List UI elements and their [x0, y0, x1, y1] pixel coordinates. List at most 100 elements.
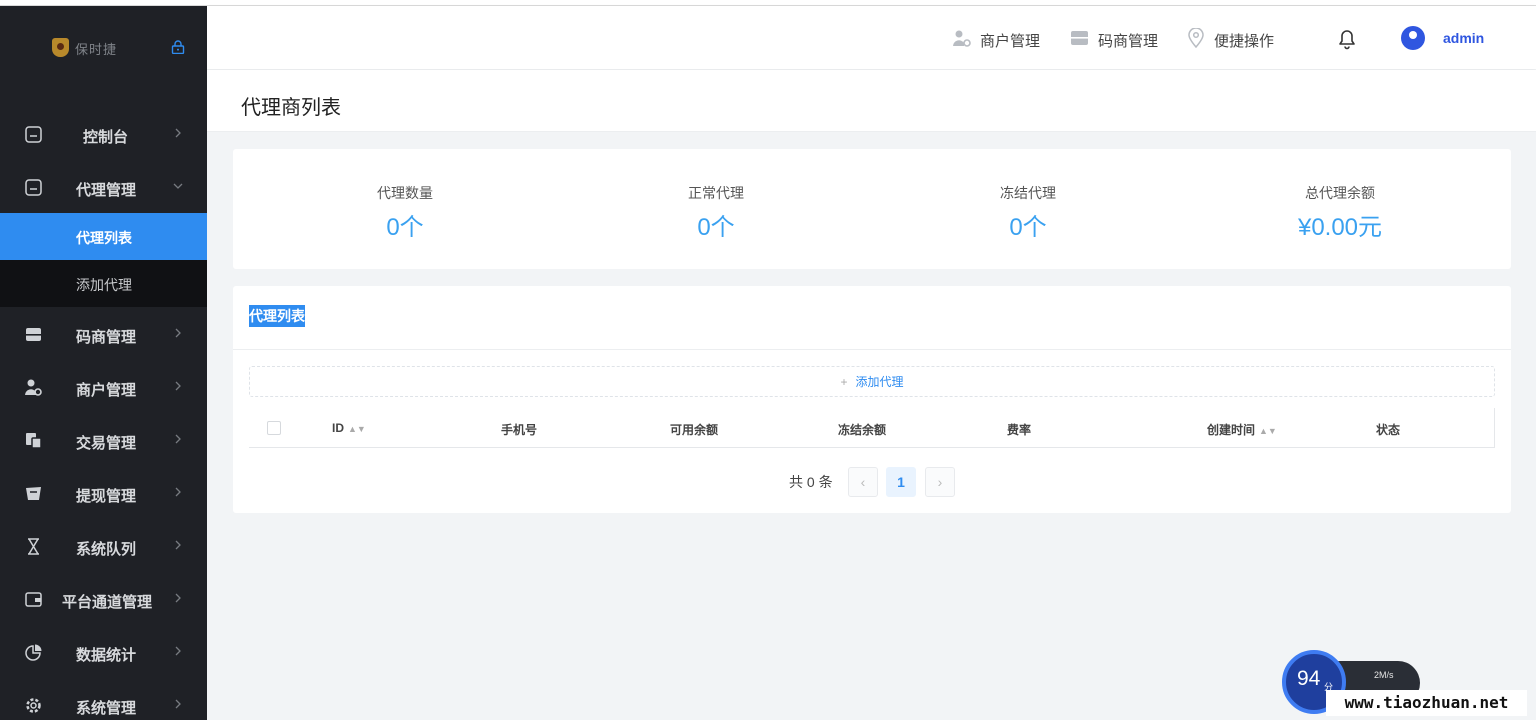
wallet-icon: [25, 592, 42, 607]
stat-label: 代理数量: [377, 185, 433, 201]
sidebar-item-merchant[interactable]: 商户管理: [0, 362, 207, 412]
sidebar-subitem-label: 代理列表: [76, 230, 132, 246]
stat-total-balance: 总代理余额 ¥0.00元: [1190, 183, 1490, 242]
column-header-available-balance: 可用余额: [670, 423, 719, 437]
pagination-next-button[interactable]: ›: [925, 467, 955, 497]
sidebar-subitem-agent-list[interactable]: 代理列表: [0, 213, 207, 260]
speed-text: 2M/s: [1374, 670, 1394, 680]
page-title-bar: 代理商列表: [207, 70, 1536, 132]
stat-frozen-agents: 冻结代理 0个: [878, 183, 1178, 242]
gear-icon: [26, 698, 41, 713]
stat-normal-agents: 正常代理 0个: [566, 183, 866, 242]
add-agent-button[interactable]: + 添加代理: [249, 366, 1495, 397]
store-icon: [26, 328, 41, 341]
add-agent-label: 添加代理: [855, 375, 904, 389]
stat-label: 正常代理: [688, 185, 744, 201]
logo-row: 保时捷: [0, 6, 207, 86]
watermark: www.tiaozhuan.net: [1326, 690, 1527, 716]
pagination-page-button[interactable]: 1: [886, 467, 916, 497]
sidebar-item-label: 交易管理: [76, 435, 137, 452]
store-icon: [1071, 31, 1088, 45]
sort-icon[interactable]: ▲▼: [1259, 426, 1277, 436]
chevron-right-icon: [175, 128, 181, 138]
dashboard-icon: [25, 126, 42, 143]
pagination-total: 共 0 条: [789, 474, 833, 490]
sidebar-item-label: 数据统计: [76, 647, 137, 664]
sidebar-item-transaction[interactable]: 交易管理: [0, 415, 207, 465]
sidebar-item-platform-channel[interactable]: 平台通道管理: [0, 574, 207, 624]
stat-label: 冻结代理: [1000, 185, 1056, 201]
sidebar: 保时捷 控制台 代理管理 代理列表 添加代理 码商管理 商户管理 交易管理 提现…: [0, 6, 207, 720]
column-header-id[interactable]: ID ▲▼: [332, 421, 366, 435]
avatar[interactable]: [1401, 26, 1425, 50]
sidebar-item-code-merchant[interactable]: 码商管理: [0, 309, 207, 359]
sidebar-subitem-label: 添加代理: [76, 277, 132, 293]
column-header-frozen-balance: 冻结余额: [838, 423, 887, 437]
chevron-right-icon: [175, 434, 181, 444]
stat-value: 0个: [697, 214, 735, 241]
sidebar-item-system-settings[interactable]: 系统管理: [0, 680, 207, 720]
sidebar-item-label: 控制台: [83, 129, 129, 146]
sidebar-item-withdrawal[interactable]: 提现管理: [0, 468, 207, 518]
agent-list-card: 代理列表 + 添加代理 ID ▲▼ 手机号 可用余额 冻结余额 费率 创建时间 ▲▼ …: [233, 286, 1511, 513]
sidebar-item-label: 商户管理: [76, 382, 137, 399]
bell-icon[interactable]: [1335, 26, 1359, 50]
sidebar-subitem-add-agent[interactable]: 添加代理: [0, 260, 207, 307]
chevron-right-icon: [175, 487, 181, 497]
sidebar-item-label: 码商管理: [76, 329, 137, 346]
chevron-down-icon: [173, 183, 183, 189]
hourglass-icon: [28, 538, 39, 555]
chevron-right-icon: [175, 381, 181, 391]
sidebar-item-label: 提现管理: [76, 488, 137, 505]
stat-value: 0个: [1009, 214, 1047, 241]
brand-logo-icon: [52, 38, 69, 57]
stat-label: 总代理余额: [1305, 185, 1375, 201]
stat-agent-count: 代理数量 0个: [255, 183, 555, 242]
chevron-right-icon: [175, 699, 181, 709]
column-header-created-at[interactable]: 创建时间 ▲▼: [1207, 421, 1277, 438]
sidebar-item-label: 系统队列: [76, 541, 137, 558]
chevron-right-icon: [175, 540, 181, 550]
sidebar-item-dashboard[interactable]: 控制台: [0, 109, 207, 159]
user-gear-icon: [953, 30, 971, 47]
header-nav-label: 码商管理: [1098, 33, 1159, 50]
sidebar-item-label: 平台通道管理: [62, 594, 153, 611]
location-pin-icon: [1188, 28, 1204, 48]
column-header-rate: 费率: [1007, 423, 1032, 437]
stat-value: ¥0.00元: [1297, 214, 1383, 241]
user-gear-icon: [25, 379, 42, 396]
header-nav-label: 商户管理: [980, 33, 1041, 50]
score-value: 94: [1297, 667, 1321, 690]
sidebar-item-system-queue[interactable]: 系统队列: [0, 521, 207, 571]
stats-card: 代理数量 0个 正常代理 0个 冻结代理 0个 总代理余额 ¥0.00元: [233, 149, 1511, 269]
chevron-right-icon: [175, 646, 181, 656]
card-title: 代理列表: [249, 305, 305, 327]
username[interactable]: admin: [1443, 30, 1484, 46]
page-title: 代理商列表: [241, 97, 341, 119]
table-header: ID ▲▼ 手机号 可用余额 冻结余额 费率 创建时间 ▲▼ 状态: [249, 408, 1495, 448]
header-nav-label: 便捷操作: [1214, 33, 1275, 50]
chevron-right-icon: [175, 593, 181, 603]
sidebar-item-label: 系统管理: [76, 700, 137, 717]
lock-icon[interactable]: [171, 40, 185, 54]
pie-chart-icon: [25, 644, 42, 661]
plus-icon: +: [840, 375, 848, 389]
pagination-prev-button[interactable]: ‹: [848, 467, 878, 497]
top-header: 商户管理 码商管理 便捷操作 admin: [207, 6, 1536, 69]
withdrawal-icon: [26, 487, 41, 500]
sidebar-item-statistics[interactable]: 数据统计: [0, 627, 207, 677]
sidebar-item-label: 代理管理: [76, 182, 137, 199]
column-label: 创建时间: [1207, 423, 1256, 437]
chevron-right-icon: [175, 328, 181, 338]
stat-value: 0个: [386, 214, 424, 241]
column-header-phone: 手机号: [501, 423, 538, 437]
transaction-icon: [26, 433, 42, 449]
sidebar-item-agent-management[interactable]: 代理管理: [0, 162, 207, 212]
brand-logo-text: 保时捷: [75, 42, 118, 57]
sort-icon[interactable]: ▲▼: [348, 424, 366, 434]
column-label: ID: [332, 421, 344, 435]
divider: [233, 349, 1511, 350]
select-all-checkbox[interactable]: [267, 421, 281, 435]
agent-icon: [25, 179, 42, 196]
column-header-status: 状态: [1376, 423, 1401, 437]
